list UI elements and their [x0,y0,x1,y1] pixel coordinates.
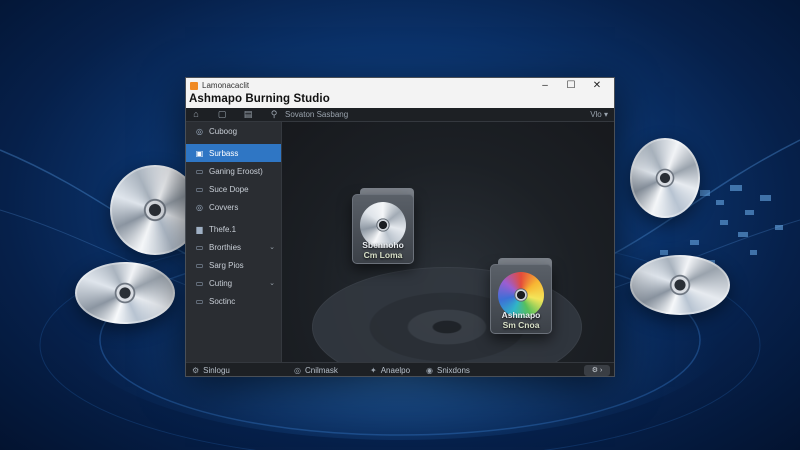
home-icon[interactable]: ⌂ [190,109,202,120]
sidebar-item-6[interactable]: ▭ Brorthies ⌄ [186,238,281,256]
disc-right-top-icon [630,138,700,218]
sidebar-item-icon: ▭ [195,166,204,176]
disc-right-bottom-icon [630,255,730,315]
sidebar: ◎ Cuboog ▣ Surbass ▭ Ganing Eroost) ▭ Suce Dope… [186,122,282,376]
sidebar-item-label: Suce Dope [209,184,249,194]
sidebar-item-9[interactable]: ▭ Soctinc [186,292,281,310]
arrow-icon: ✦ [370,366,377,375]
tile-burn-data[interactable]: Sbennoho Cm Loma [352,188,414,264]
tile-title: Ashmapo [501,310,541,320]
app-logo-icon [190,82,198,90]
gear-icon: ⚙ [192,366,200,375]
sidebar-item-icon: ▭ [195,260,204,270]
folder-icon[interactable]: ▤ [242,109,254,120]
disc-small-icon: ◎ [294,366,301,375]
status-settings[interactable]: ⚙ Sinlogu [192,366,230,375]
file-icon[interactable]: ▢ [216,109,228,120]
sidebar-item-label: Brorthies [209,242,242,252]
title-bar: Lamonacaclit Ashmapo Burning Studio – ☐ … [186,78,614,108]
window-title: Ashmapo Burning Studio [189,93,330,105]
app-subtitle: Lamonacaclit [202,81,250,90]
sidebar-item-label: Cuboog [209,126,238,136]
app-window: Lamonacaclit Ashmapo Burning Studio – ☐ … [185,77,615,377]
sidebar-item-icon: ▆ [196,224,203,234]
status-label-1: Cnilmask [304,366,338,375]
tile-subtitle: Cm Loma [363,250,403,260]
sidebar-item-label: Ganing Eroost) [209,166,263,176]
sidebar-item-7[interactable]: ▭ Sarg Pios [186,256,281,274]
minimize-button[interactable]: – [534,80,556,92]
sidebar-item-label: Soctinc [209,296,236,306]
sidebar-item-icon: ◎ [196,202,203,212]
sidebar-item-label: Covvers [209,202,239,212]
breadcrumb: Sovaton Sasbang [285,110,349,119]
tile-subtitle: Sm Cnoa [502,320,540,330]
sidebar-item-5[interactable]: ▆ Thefe.1 [186,220,281,238]
status-label-2: Anaelpo [380,366,411,375]
sidebar-item-3[interactable]: ▭ Suce Dope [186,180,281,198]
sidebar-item-label: Surbass [209,148,239,158]
settings-button[interactable]: ⚙ › [584,365,610,376]
sidebar-item-0[interactable]: ◎ Cuboog [186,122,281,140]
status-item-2[interactable]: ✦ Anaelpo [370,366,410,375]
status-item-1[interactable]: ◎ Cnilmask [294,366,338,375]
status-left-label: Sinlogu [203,366,230,375]
toolbar: ⌂ ▢ ▤ ⚲ Sovaton Sasbang Vlo ▾ [186,108,614,122]
tile-ashampoo[interactable]: Ashmapo Sm Cnoa [490,258,552,334]
main-area: Sbennoho Cm Loma Ashmapo Sm Cnoa [282,122,614,362]
tools-icon[interactable]: ⚲ [268,109,280,120]
sidebar-item-label: Thefe.1 [209,224,237,234]
sidebar-item-1[interactable]: ▣ Surbass [186,144,281,162]
maximize-button[interactable]: ☐ [560,80,582,92]
status-label-3: Snixdons [436,366,470,375]
sidebar-item-icon: ▭ [195,184,204,194]
status-bar: ⚙ Sinlogu ◎ Cnilmask ✦ Anaelpo ◉ Snixdon… [186,362,614,376]
sidebar-item-icon: ▭ [195,242,204,252]
sidebar-item-8[interactable]: ▭ Cuting ⌄ [186,274,281,292]
disc-left-bottom-icon [75,262,175,324]
chevron-down-icon[interactable]: ⌄ [269,279,275,287]
globe-icon: ◉ [426,366,433,375]
tile-title: Sbennoho [362,240,404,250]
sidebar-item-icon: ▭ [195,296,204,306]
sidebar-item-icon: ◎ [196,126,203,136]
close-button[interactable]: ✕ [586,80,608,92]
window-controls: – ☐ ✕ [534,80,608,92]
sidebar-item-icon: ▣ [195,148,204,158]
sidebar-item-4[interactable]: ◎ Covvers [186,198,281,216]
status-item-3[interactable]: ◉ Snixdons [426,366,470,375]
sidebar-item-label: Sarg Pios [209,260,244,270]
sidebar-item-label: Cuting [209,278,233,288]
view-dropdown[interactable]: Vlo ▾ [590,110,608,119]
sidebar-item-icon: ▭ [195,278,204,288]
chevron-down-icon[interactable]: ⌄ [269,243,275,251]
sidebar-item-2[interactable]: ▭ Ganing Eroost) [186,162,281,180]
